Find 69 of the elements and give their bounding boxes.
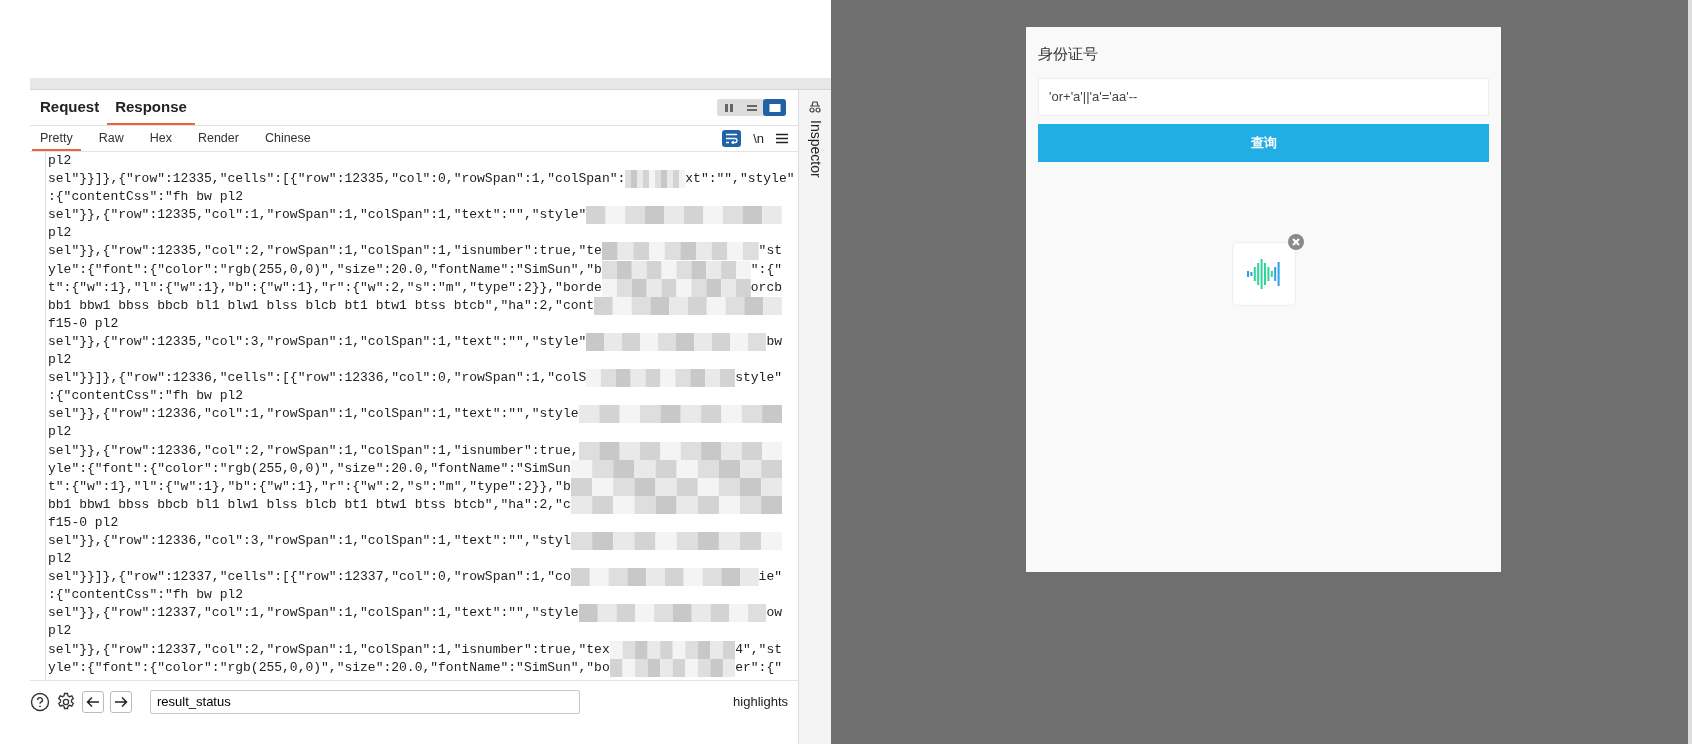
search-field[interactable]: result_status — [150, 689, 580, 714]
code-line: sel"}},{"row":12335,"col":1,"rowSpan":1,"colSpan":1,"text":"","style" — [48, 206, 587, 225]
right-arrow-icon — [114, 695, 128, 708]
id-number-field[interactable]: 'or+'a'||'a'='aa'-- — [1038, 77, 1489, 116]
layout-toggle[interactable] — [763, 99, 786, 116]
inspector-icon[interactable] — [808, 100, 822, 114]
panel-icon — [768, 102, 781, 113]
code-line: t":{"w":1},"l":{"w":1},"b":{"w":1},"r":{"w":2,"s":"m","type":2}},"b — [48, 477, 571, 496]
code-line: ":{" — [750, 260, 782, 279]
forward-button[interactable] — [110, 690, 132, 713]
code-line: sel"}},{"row":12336,"col":2,"rowSpan":1,"colSpan":1,"isnumber":true, — [48, 441, 579, 460]
code-line: sel"}},{"row":12336,"col":1,"rowSpan":1,"colSpan":1,"text":"","style — [48, 405, 579, 424]
code-line: pl2 — [48, 550, 72, 569]
newline-toggle[interactable]: \n — [753, 128, 764, 149]
code-line: f15-0 pl2 — [48, 513, 119, 532]
code-line: t":{"w":1},"l":{"w":1},"b":{"w":1},"r":{"w":2,"s":"m","type":2}},"borde — [48, 278, 602, 297]
code-line: pl2 — [48, 423, 72, 442]
wrap-icon — [725, 133, 739, 144]
code-line: bb1 bbw1 bbss bbcb bl1 blw1 blss blcb bt1 btw1 btss btcb","ha":2,"cont — [48, 296, 595, 315]
view-tab[interactable]: Raw — [90, 125, 132, 152]
code-line: yle":{"font":{"color":"rgb(255,0,0)","size":20.0,"fontName":"SimSun","bo — [48, 658, 610, 677]
code-line: sel"}}]},{"row":12335,"cells":[{"row":12335,"col":0,"rowSpan":1,"colSpan": — [48, 170, 626, 189]
menu-icon[interactable] — [776, 133, 788, 144]
view-tab[interactable]: Render — [189, 125, 247, 152]
wrap-toggle[interactable] — [722, 130, 742, 147]
code-line: pl2 — [48, 224, 72, 243]
code-line: style" — [735, 369, 782, 388]
panel-tab[interactable]: Request — [32, 95, 108, 125]
code-line: orcb — [750, 278, 782, 297]
panel-tab[interactable]: Response — [107, 95, 195, 125]
attachment-thumbnail[interactable] — [1231, 241, 1296, 306]
code-line: yle":{"font":{"color":"rgb(255,0,0)","size":20.0,"fontName":"SimSun — [48, 459, 571, 478]
code-line: pl2 — [48, 622, 72, 641]
settings-icon[interactable] — [56, 691, 76, 712]
code-line: sel"}},{"row":12335,"col":2,"rowSpan":1,"colSpan":1,"isnumber":true,"te — [48, 242, 602, 261]
field-label: 身份证号 — [1038, 44, 1099, 64]
code-line: xt":"","style" — [685, 170, 795, 189]
code-line: :{"contentCss":"fh bw pl2 — [48, 387, 244, 406]
code-line: ow — [766, 604, 782, 623]
view-tab[interactable]: Hex — [141, 125, 180, 152]
code-line: pl2 — [48, 351, 72, 370]
code-line: bb1 bbw1 bbss bbcb bl1 blw1 blss blcb bt1 btw1 btss btcb","ha":2,"c — [48, 495, 571, 514]
code-line: yle":{"font":{"color":"rgb(255,0,0)","size":20.0,"fontName":"SimSun","b — [48, 260, 602, 279]
code-line: 4","st — [735, 640, 782, 659]
code-line: sel"}}]},{"row":12336,"cells":[{"row":12336,"col":0,"rowSpan":1,"colS — [48, 369, 587, 388]
code-line: f15-0 pl2 — [48, 314, 119, 333]
code-line: sel"}},{"row":12335,"col":3,"rowSpan":1,"colSpan":1,"text":"","style" — [48, 332, 587, 351]
code-line: ie" — [758, 568, 782, 587]
code-line: :{"contentCss":"fh bw pl2 — [48, 586, 244, 605]
code-line: pl2 — [48, 152, 72, 170]
highlights-count: highlights — [733, 692, 788, 711]
code-line: sel"}},{"row":12337,"col":2,"rowSpan":1,"colSpan":1,"isnumber":true,"tex — [48, 640, 610, 659]
close-icon[interactable] — [1287, 233, 1304, 250]
code-line: sel"}},{"row":12337,"col":1,"rowSpan":1,"colSpan":1,"text":"","style — [48, 604, 579, 623]
view-tab[interactable]: Pretty — [32, 125, 81, 152]
audio-wave-icon — [1246, 257, 1281, 290]
code-line: :{"contentCss":"fh bw pl2 — [48, 188, 244, 207]
code-line: sel"}},{"row":12336,"col":3,"rowSpan":1,"colSpan":1,"text":"","styl — [48, 531, 571, 550]
left-arrow-icon — [86, 695, 100, 708]
back-button[interactable] — [82, 690, 104, 713]
code-line: bw — [766, 332, 782, 351]
inspector-tab[interactable]: Inspector — [804, 120, 826, 178]
code-line: sel"}}]},{"row":12337,"cells":[{"row":12337,"col":0,"rowSpan":1,"co — [48, 568, 571, 587]
columns-icon — [722, 102, 735, 113]
code-line: "st — [758, 242, 782, 261]
rows-icon — [745, 102, 758, 113]
view-tab[interactable]: Chinese — [256, 125, 319, 152]
help-icon[interactable] — [30, 691, 50, 712]
code-line: er":{" — [735, 658, 782, 677]
